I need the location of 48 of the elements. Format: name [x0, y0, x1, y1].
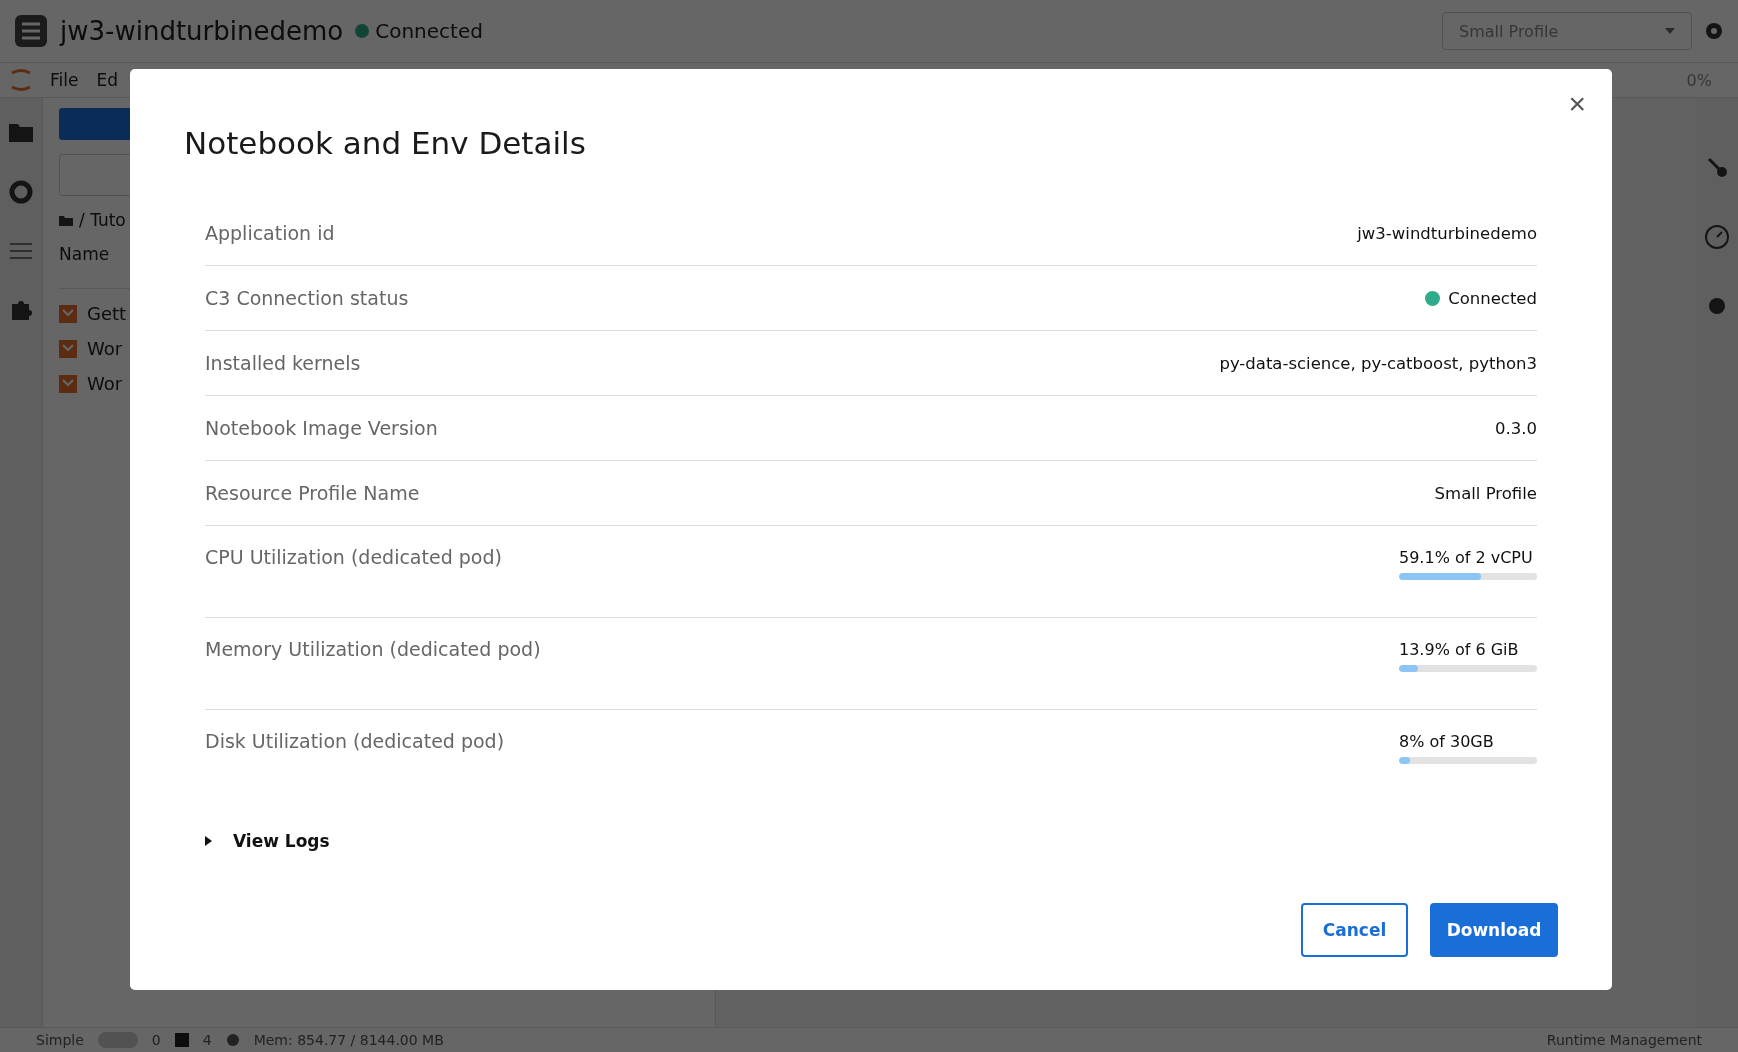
- file-name[interactable]: Wor: [87, 338, 123, 359]
- notebook-icon: [59, 374, 77, 393]
- jupyter-logo-icon: [10, 68, 32, 92]
- view-logs-toggle[interactable]: View Logs: [205, 827, 330, 855]
- puzzle-icon[interactable]: [9, 298, 33, 322]
- app-logo-icon: [14, 14, 48, 48]
- detail-label: CPU Utilization (dedicated pod): [205, 546, 502, 568]
- caret-icon: [1665, 28, 1675, 34]
- detail-label: Notebook Image Version: [205, 417, 438, 439]
- folder-icon[interactable]: [9, 122, 33, 142]
- usage-reading: 13.9% of 6 GiB: [1399, 640, 1520, 659]
- detail-label: Installed kernels: [205, 352, 361, 374]
- app-title: jw3-windturbinedemo: [60, 16, 344, 46]
- gauge-icon[interactable]: [1704, 224, 1730, 250]
- list-icon[interactable]: [10, 242, 32, 260]
- kernel-count: 0: [151, 1032, 161, 1048]
- detail-value: py-data-science, py-catboost, python3: [1219, 353, 1537, 373]
- download-button[interactable]: Download: [1430, 903, 1558, 957]
- terminal-count: 4: [202, 1032, 212, 1048]
- folder-icon[interactable]: [59, 214, 73, 226]
- file-name[interactable]: Wor: [87, 373, 123, 394]
- notebook-icon: [59, 339, 77, 358]
- notebook-icon: [59, 304, 77, 323]
- circle-icon[interactable]: [9, 180, 33, 204]
- detail-label: Disk Utilization (dedicated pod): [205, 730, 505, 752]
- mode-label: Simple: [36, 1032, 84, 1048]
- detail-label: Application id: [205, 222, 335, 244]
- dialog-title: Notebook and Env Details: [184, 125, 586, 161]
- detail-value: 0.3.0: [1495, 418, 1537, 438]
- status-text: Connected: [375, 19, 483, 43]
- detail-value: jw3-windturbinedemo: [1357, 223, 1537, 243]
- settings-icon[interactable]: [1704, 21, 1724, 41]
- memory-usage: Mem: 854.77 / 8144.00 MB: [253, 1032, 444, 1048]
- close-button[interactable]: ×: [1562, 89, 1592, 119]
- detail-value: Small Profile: [1434, 483, 1537, 503]
- terminal-icon: [174, 1033, 189, 1047]
- menu-item[interactable]: File: [50, 70, 79, 90]
- usage-reading: 59.1% of 2 vCPU: [1399, 548, 1534, 567]
- usage-reading: 8% of 30GB: [1399, 732, 1495, 751]
- detail-label: Memory Utilization (dedicated pod): [205, 638, 541, 660]
- cancel-button[interactable]: Cancel: [1301, 903, 1408, 957]
- runtime-management-link[interactable]: Runtime Management: [1546, 1032, 1702, 1048]
- status-text: Connected: [1448, 288, 1537, 308]
- breadcrumb[interactable]: / Tuto: [79, 210, 126, 230]
- menu-item[interactable]: Ed: [96, 70, 118, 90]
- detail-label: C3 Connection status: [205, 287, 409, 309]
- detail-label: Resource Profile Name: [205, 482, 420, 504]
- file-name[interactable]: Gett: [87, 303, 127, 324]
